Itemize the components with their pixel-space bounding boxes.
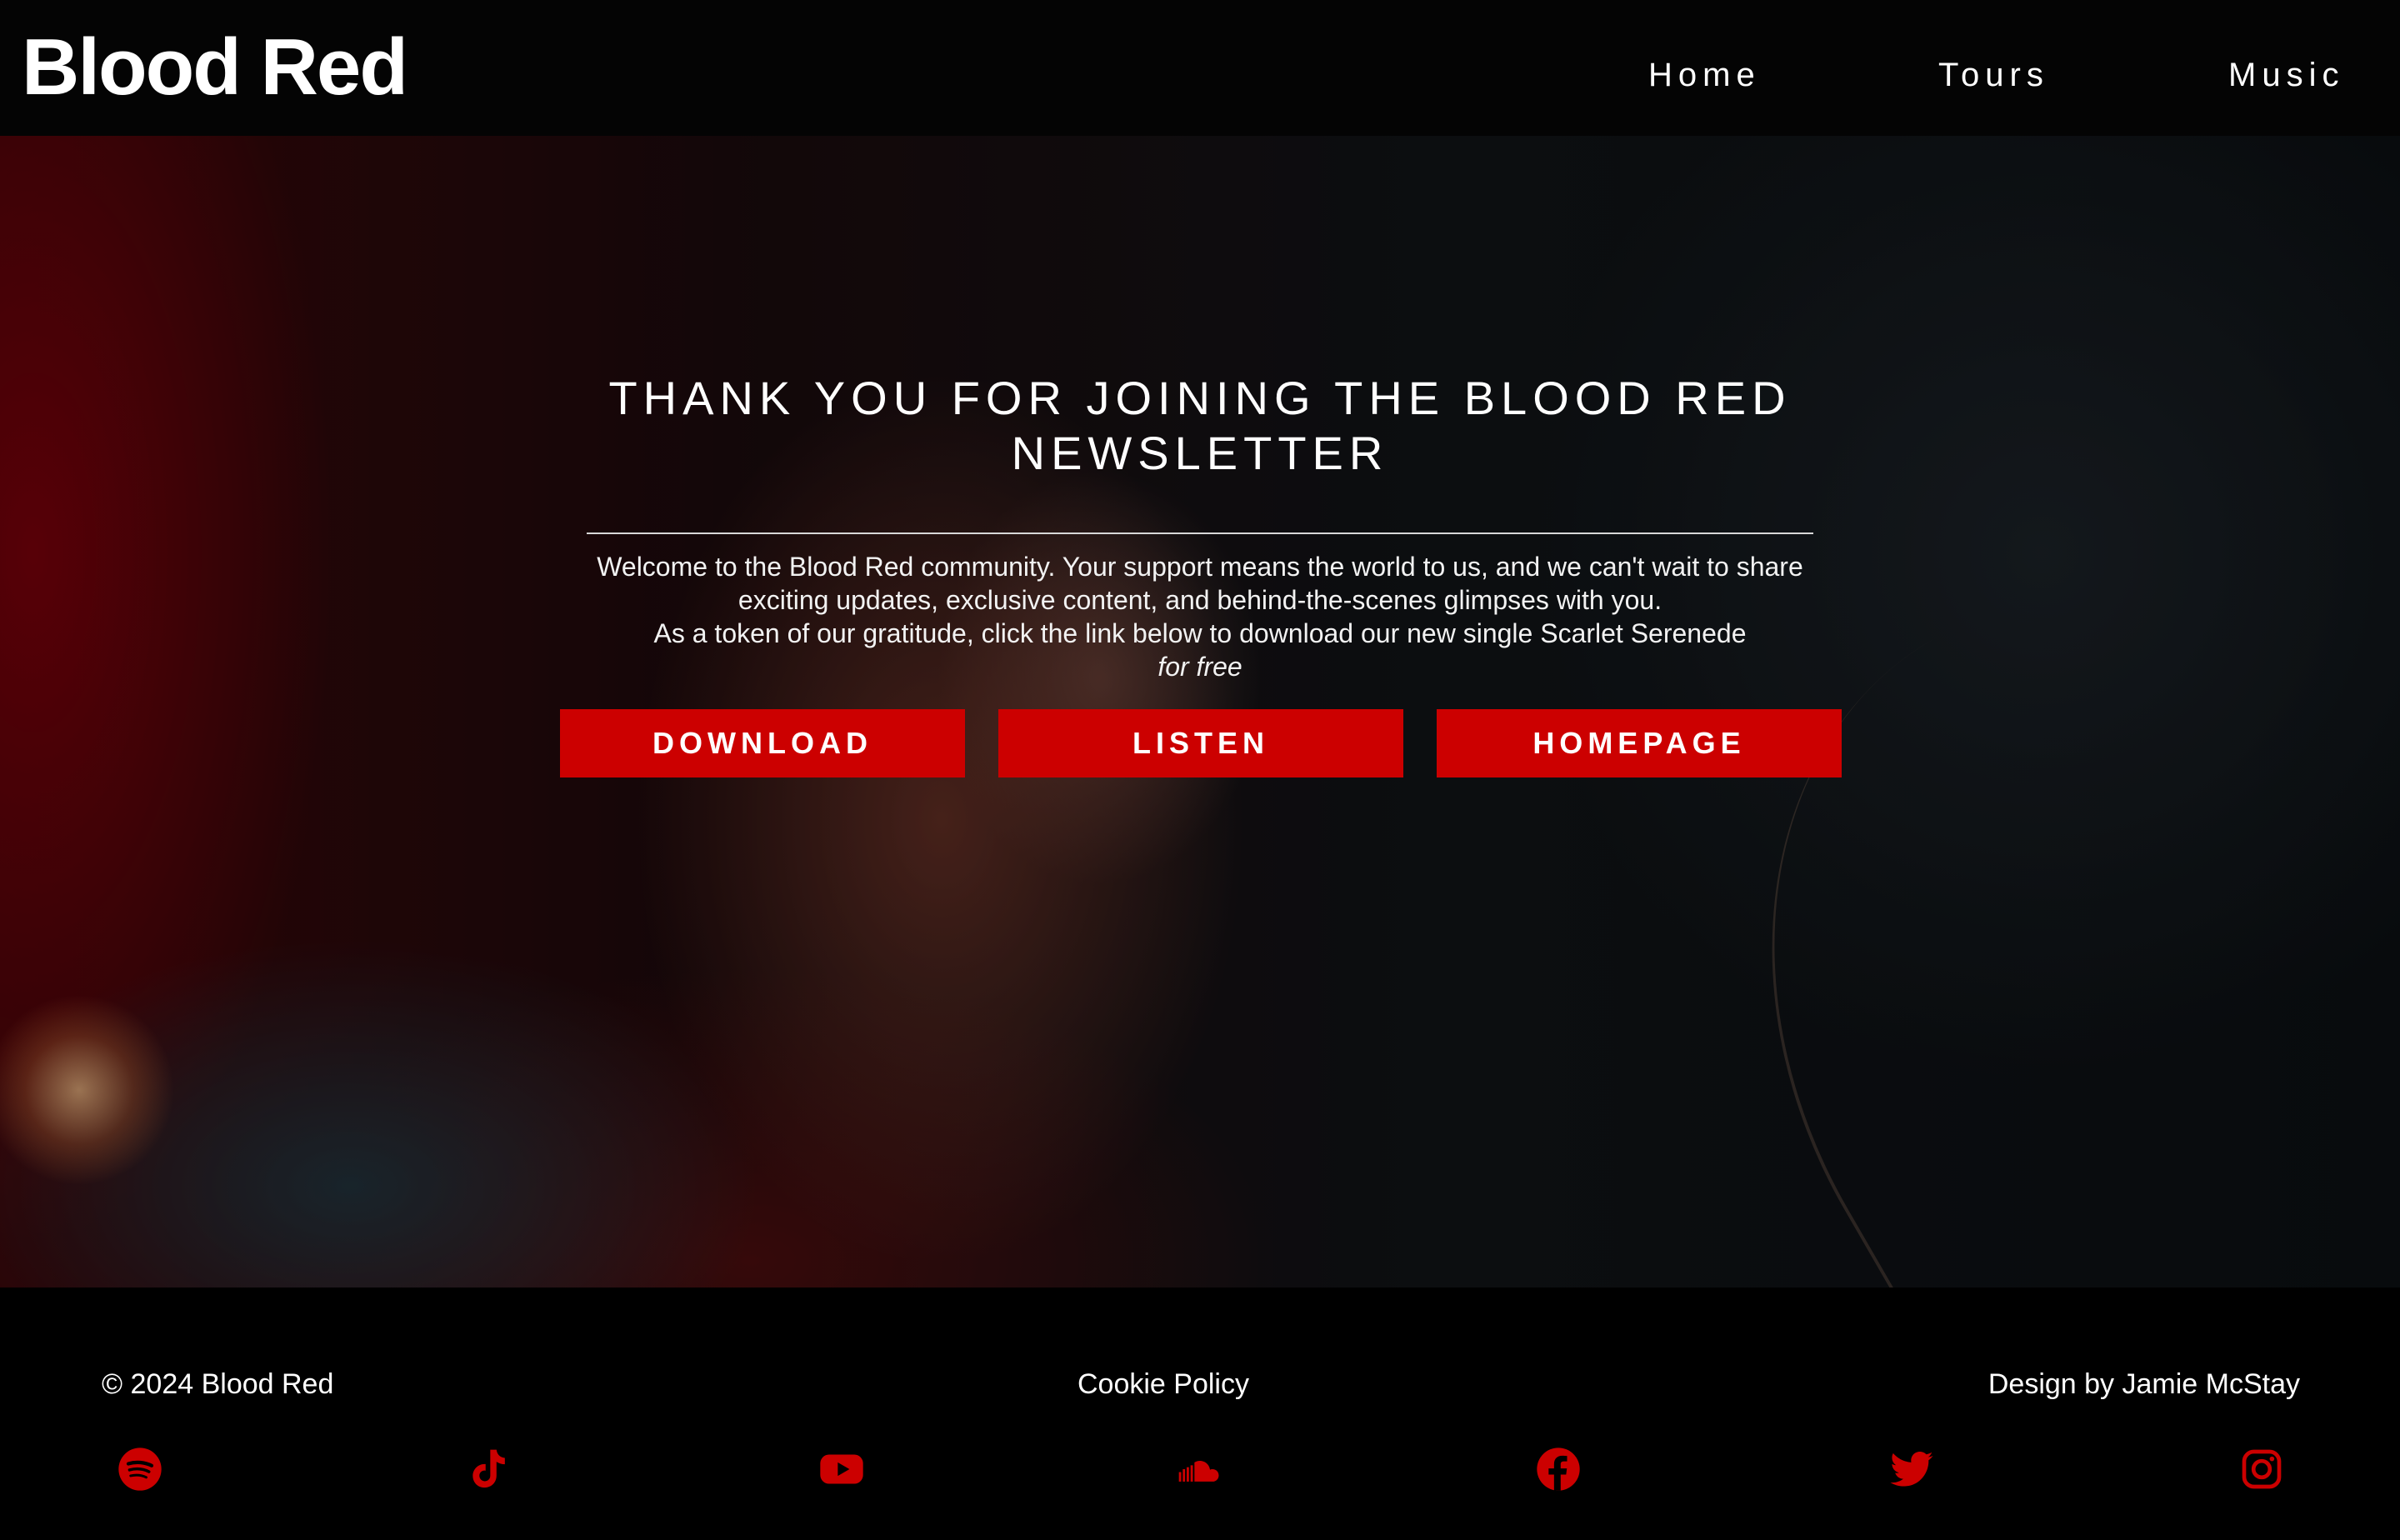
site-footer: © 2024 Blood Red Cookie Policy Design by… <box>0 1288 2400 1540</box>
soundcloud-icon[interactable] <box>1175 1446 1222 1492</box>
design-credit: Design by Jamie McStay <box>1988 1368 2300 1400</box>
gratitude-text: As a token of our gratitude, click the l… <box>653 618 1747 648</box>
newsletter-panel: THANK YOU FOR JOINING THE BLOOD RED NEWS… <box>0 136 2400 1288</box>
nav-home[interactable]: Home <box>1648 55 1761 95</box>
instagram-icon[interactable] <box>2238 1446 2285 1492</box>
download-button[interactable]: DOWNLOAD <box>560 709 965 778</box>
nav-tours[interactable]: Tours <box>1938 55 2049 95</box>
site-header: Blood Red Home Tours Music <box>0 0 2400 136</box>
copyright: © 2024 Blood Red <box>102 1368 334 1400</box>
twitter-icon[interactable] <box>1888 1446 1935 1492</box>
homepage-button[interactable]: HOMEPAGE <box>1437 709 1842 778</box>
nav-music[interactable]: Music <box>2228 55 2344 95</box>
youtube-icon[interactable] <box>818 1446 865 1492</box>
tiktok-icon[interactable] <box>465 1446 512 1492</box>
social-links <box>0 1446 2400 1504</box>
divider <box>587 532 1813 534</box>
spotify-icon[interactable] <box>117 1446 163 1492</box>
hero-section: THANK YOU FOR JOINING THE BLOOD RED NEWS… <box>0 136 2400 1288</box>
main-nav: Home Tours Music <box>1567 55 2400 122</box>
page-title: THANK YOU FOR JOINING THE BLOOD RED NEWS… <box>608 372 1792 479</box>
facebook-icon[interactable] <box>1535 1446 1582 1492</box>
welcome-text: Welcome to the Blood Red community. Your… <box>597 552 1803 615</box>
cookie-policy-link[interactable]: Cookie Policy <box>1078 1367 1249 1402</box>
listen-button[interactable]: LISTEN <box>998 709 1403 778</box>
brand-logo[interactable]: Blood Red <box>22 22 408 113</box>
free-text: for free <box>1158 652 1242 682</box>
